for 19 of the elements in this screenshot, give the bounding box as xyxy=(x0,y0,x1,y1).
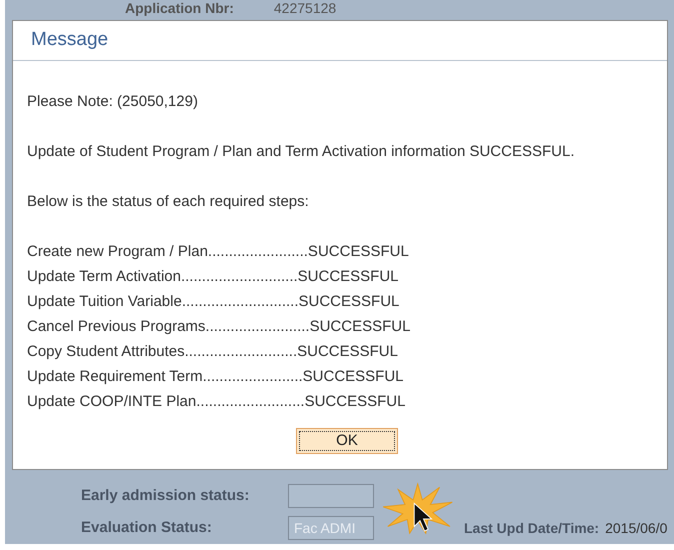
step-status: Cancel Previous Programs.........................SUCCESSFUL xyxy=(27,317,412,337)
step-status: Update COOP/INTE Plan..........................SUCCESSFUL xyxy=(27,392,406,412)
field-value: 42275128 xyxy=(274,0,336,16)
field-label: Early admission status: xyxy=(81,486,250,506)
field-label: Last Upd Date/Time: xyxy=(464,518,600,538)
field-value: 2015/06/0 xyxy=(605,518,668,538)
step-status: Update Term Activation............................SUCCESSFUL xyxy=(27,267,400,287)
input-field[interactable] xyxy=(288,484,374,508)
step-status: Update Tuition Variable............................SUCCESSFUL xyxy=(27,292,400,312)
summary-text: Update of Student Program / Plan and Term Activation information SUCCESSFUL. xyxy=(27,142,576,162)
dialog-title: Message xyxy=(31,28,108,52)
intro-text: Below is the status of each required steps: xyxy=(27,192,310,212)
step-status: Copy Student Attributes...........................SUCCESSFUL xyxy=(27,342,399,362)
field-label: Evaluation Status: xyxy=(81,518,213,538)
ok-button[interactable]: OK xyxy=(296,428,398,454)
step-status: Update Requirement Term........................SUCCESSFUL xyxy=(27,367,405,387)
note-text: Please Note: (25050,129) xyxy=(27,92,199,112)
field-label: Application Nbr: xyxy=(125,0,234,16)
step-status: Create new Program / Plan........................SUCCESSFUL xyxy=(27,242,410,262)
